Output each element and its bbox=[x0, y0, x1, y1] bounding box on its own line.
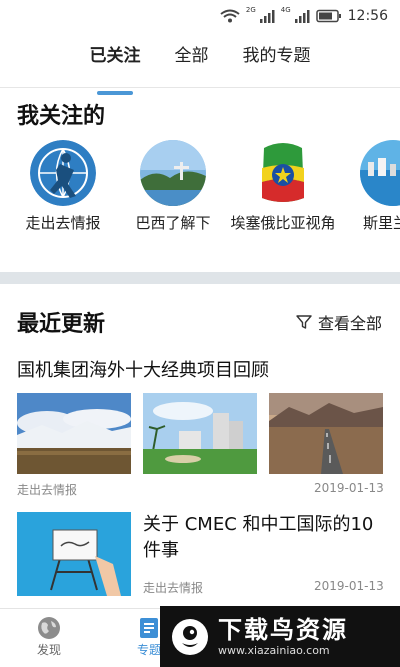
section-divider bbox=[0, 272, 400, 284]
tab-following[interactable]: 已关注 bbox=[90, 36, 141, 87]
tab-my-topics[interactable]: 我的专题 bbox=[243, 36, 311, 87]
article-image[interactable] bbox=[269, 393, 383, 474]
article-title[interactable]: 国机集团海外十大经典项目回顾 bbox=[17, 358, 387, 384]
avatar bbox=[250, 140, 316, 206]
clock-time: 12:56 bbox=[347, 8, 388, 24]
bird-logo-icon bbox=[172, 618, 208, 655]
recent-header: 最近更新 查看全部 bbox=[0, 300, 400, 340]
article-title[interactable]: 关于 CMEC 和中工国际的10件事 bbox=[143, 512, 383, 564]
follow-item-srilanka[interactable]: 斯里兰卡 bbox=[338, 138, 400, 233]
watermark-brand: 下载鸟资源 bbox=[218, 616, 348, 644]
nav-discover-label: 发现 bbox=[36, 643, 61, 657]
article-date: 2019-01-13 bbox=[314, 579, 384, 593]
filter-icon bbox=[296, 315, 312, 329]
follow-item-brazil[interactable]: 巴西了解下 bbox=[118, 138, 228, 233]
battery-icon bbox=[315, 9, 341, 23]
follow-label: 走出去情报 bbox=[25, 214, 101, 232]
follow-item-ethiopia[interactable]: 埃塞俄比亚视角 bbox=[228, 138, 338, 233]
article-source: 走出去情报 bbox=[143, 581, 204, 595]
view-all-label: 查看全部 bbox=[317, 314, 382, 333]
avatar bbox=[360, 140, 400, 206]
signal-icon bbox=[259, 10, 275, 23]
signal-icon-2 bbox=[294, 10, 310, 23]
topic-icon bbox=[140, 618, 158, 638]
tab-all[interactable]: 全部 bbox=[175, 36, 209, 87]
article-date: 2019-01-13 bbox=[314, 481, 384, 495]
article-image[interactable] bbox=[17, 512, 131, 596]
follow-label: 斯里兰卡 bbox=[362, 214, 400, 232]
nav-discover[interactable]: 发现 bbox=[19, 615, 79, 658]
follow-label: 巴西了解下 bbox=[135, 214, 211, 232]
watermark-url: www.xiazainiao.com bbox=[218, 644, 330, 657]
following-list: 走出去情报 巴西了解下 埃塞俄比亚视角 斯里 bbox=[0, 138, 400, 256]
globe-icon bbox=[38, 617, 60, 639]
avatar bbox=[140, 140, 206, 206]
following-title: 我关注的 bbox=[17, 104, 106, 129]
article-image[interactable] bbox=[143, 393, 257, 474]
status-bar: 2G 4G 12:56 bbox=[0, 0, 400, 32]
recent-title: 最近更新 bbox=[17, 312, 106, 337]
watermark-banner: 下载鸟资源 www.xiazainiao.com bbox=[160, 606, 400, 667]
article-image[interactable] bbox=[17, 393, 131, 474]
follow-label: 埃塞俄比亚视角 bbox=[230, 214, 336, 232]
avatar bbox=[30, 140, 96, 206]
follow-item-zouchuqu[interactable]: 走出去情报 bbox=[8, 138, 118, 233]
article-source: 走出去情报 bbox=[17, 483, 78, 497]
wifi-icon bbox=[220, 9, 240, 23]
network-4g-label: 4G bbox=[280, 6, 291, 14]
top-tabs: 已关注 全部 我的专题 bbox=[0, 36, 400, 88]
network-2g-label: 2G bbox=[245, 6, 256, 14]
view-all-button[interactable]: 查看全部 bbox=[296, 310, 382, 334]
